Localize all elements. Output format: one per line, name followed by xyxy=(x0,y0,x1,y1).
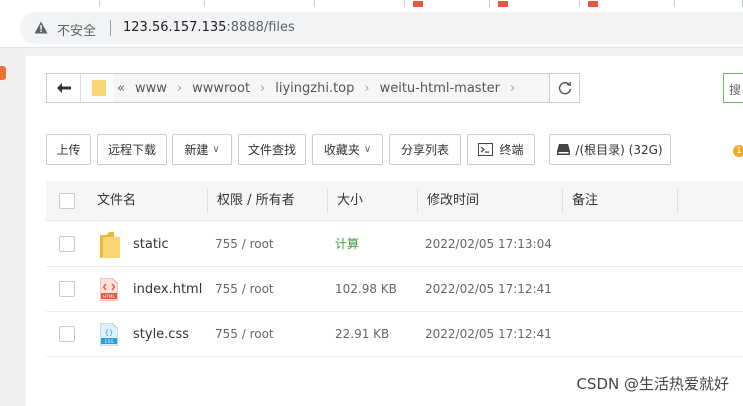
chevron-right-icon: › xyxy=(176,80,183,96)
column-header-mtime[interactable]: 修改时间 xyxy=(427,181,479,221)
file-permission[interactable]: 755 / root xyxy=(215,312,274,357)
share-list-button[interactable]: 分享列表 xyxy=(389,134,461,165)
arrow-left-icon xyxy=(56,83,71,93)
file-name[interactable]: style.css xyxy=(133,312,189,357)
terminal-label: 终端 xyxy=(499,143,524,157)
html-file-icon: HTML xyxy=(100,278,118,301)
file-search-button[interactable]: 文件查找 xyxy=(238,134,306,165)
table-row[interactable]: HTML index.html 755 / root 102.98 KB 202… xyxy=(46,267,743,312)
double-chevron-left-icon[interactable]: « xyxy=(117,81,125,96)
chevron-down-icon: ∨ xyxy=(363,144,372,155)
file-search-label: 文件查找 xyxy=(247,143,296,157)
folder-icon xyxy=(92,80,106,96)
column-divider xyxy=(327,189,328,213)
remote-download-button[interactable]: 远程下载 xyxy=(97,134,167,165)
left-sidebar-edge xyxy=(0,48,22,406)
css-file-icon: {} CSS xyxy=(100,323,118,346)
file-mtime: 2022/02/05 17:12:41 xyxy=(425,282,552,296)
back-button[interactable] xyxy=(47,74,81,102)
svg-text:{}: {} xyxy=(105,329,113,337)
browser-tab[interactable] xyxy=(580,0,675,7)
favorites-button[interactable]: 收藏夹 ∨ xyxy=(312,134,383,165)
breadcrumb-item[interactable]: weitu-html-master xyxy=(380,81,500,96)
file-mtime: 2022/02/05 17:12:41 xyxy=(425,327,552,341)
browser-tab[interactable] xyxy=(100,0,205,7)
upload-button[interactable]: 上传 xyxy=(46,134,91,165)
share-list-label: 分享列表 xyxy=(400,143,449,157)
disk-button[interactable]: /(根目录) (32G) xyxy=(549,134,671,165)
browser-tab[interactable] xyxy=(205,0,315,7)
svg-text:CSS: CSS xyxy=(105,339,114,344)
disk-icon xyxy=(557,144,571,155)
column-divider xyxy=(207,189,208,213)
folder-icon xyxy=(100,232,120,258)
row-checkbox[interactable] xyxy=(59,236,75,252)
file-name[interactable]: static xyxy=(133,222,169,267)
watermark: CSDN @生活热爱就好 xyxy=(576,375,729,393)
browser-tab[interactable] xyxy=(0,0,100,7)
file-manager-panel: « www › wwwroot › liyingzhi.top › weitu-… xyxy=(26,56,743,406)
browser-tab[interactable] xyxy=(405,0,490,7)
browser-tab-strip xyxy=(0,0,743,7)
url-host: 123.56.157.135 xyxy=(123,20,227,35)
sidebar-indicator[interactable] xyxy=(0,66,6,80)
column-divider xyxy=(562,189,563,213)
chevron-right-icon: › xyxy=(260,80,266,96)
divider xyxy=(110,20,111,36)
omnibox[interactable]: 不安全 123.56.157.135:8888/files xyxy=(20,12,743,44)
path-bar: « www › wwwroot › liyingzhi.top › weitu-… xyxy=(46,73,571,103)
upload-label: 上传 xyxy=(56,143,81,157)
calculate-size-link[interactable]: 计算 xyxy=(335,222,359,267)
breadcrumb: « www › wwwroot › liyingzhi.top › weitu-… xyxy=(113,74,570,102)
column-divider xyxy=(417,189,418,213)
browser-tab[interactable] xyxy=(315,0,405,7)
favorites-label: 收藏夹 xyxy=(323,143,360,157)
new-label: 新建 xyxy=(184,143,209,157)
disk-label: /(根目录) (32G) xyxy=(575,143,663,157)
file-size: 102.98 KB xyxy=(335,282,397,296)
file-permission[interactable]: 755 / root xyxy=(215,222,274,267)
terminal-icon xyxy=(478,143,494,156)
chevron-right-icon: › xyxy=(510,80,516,96)
svg-text:HTML: HTML xyxy=(103,294,115,299)
table-row[interactable]: {} CSS style.css 755 / root 22.91 KB 202… xyxy=(46,312,743,357)
column-header-permission[interactable]: 权限 / 所有者 xyxy=(217,181,295,221)
browser-tab[interactable] xyxy=(490,0,580,7)
url-text[interactable]: 123.56.157.135:8888/files xyxy=(123,20,295,35)
browser-tab[interactable] xyxy=(675,0,743,7)
breadcrumb-item[interactable]: liyingzhi.top xyxy=(275,81,354,96)
url-path: :8888/files xyxy=(226,20,295,35)
file-mtime: 2022/02/05 17:13:04 xyxy=(425,237,552,251)
column-divider xyxy=(677,189,678,213)
chevron-right-icon: › xyxy=(364,80,370,96)
address-bar: 不安全 123.56.157.135:8888/files xyxy=(0,7,743,48)
select-all-checkbox[interactable] xyxy=(59,193,75,209)
file-name[interactable]: index.html xyxy=(133,267,202,312)
terminal-button[interactable]: 终端 xyxy=(467,134,535,165)
chevron-down-icon: ∨ xyxy=(212,144,220,155)
refresh-icon xyxy=(558,81,571,95)
column-header-name[interactable]: 文件名 xyxy=(97,181,136,221)
column-header-note: 备注 xyxy=(572,193,599,208)
row-checkbox[interactable] xyxy=(59,326,75,342)
search-input[interactable]: 搜 xyxy=(723,73,743,103)
breadcrumb-item[interactable]: www xyxy=(135,81,167,96)
warning-triangle-icon[interactable] xyxy=(34,21,48,34)
file-permission[interactable]: 755 / root xyxy=(215,267,274,312)
remote-download-label: 远程下载 xyxy=(107,143,156,157)
column-header-size[interactable]: 大小 xyxy=(337,181,363,221)
new-button[interactable]: 新建 ∨ xyxy=(172,134,232,165)
table-row[interactable]: static 755 / root 计算 2022/02/05 17:13:04 xyxy=(46,222,743,267)
table-header: 文件名 权限 / 所有者 大小 修改时间 备注 xyxy=(46,181,743,221)
notification-badge[interactable]: 1 xyxy=(733,145,743,157)
file-size: 22.91 KB xyxy=(335,327,390,341)
insecure-label[interactable]: 不安全 xyxy=(57,20,96,39)
breadcrumb-item[interactable]: wwwroot xyxy=(192,81,250,96)
row-checkbox[interactable] xyxy=(59,281,75,297)
refresh-button[interactable] xyxy=(549,73,580,103)
